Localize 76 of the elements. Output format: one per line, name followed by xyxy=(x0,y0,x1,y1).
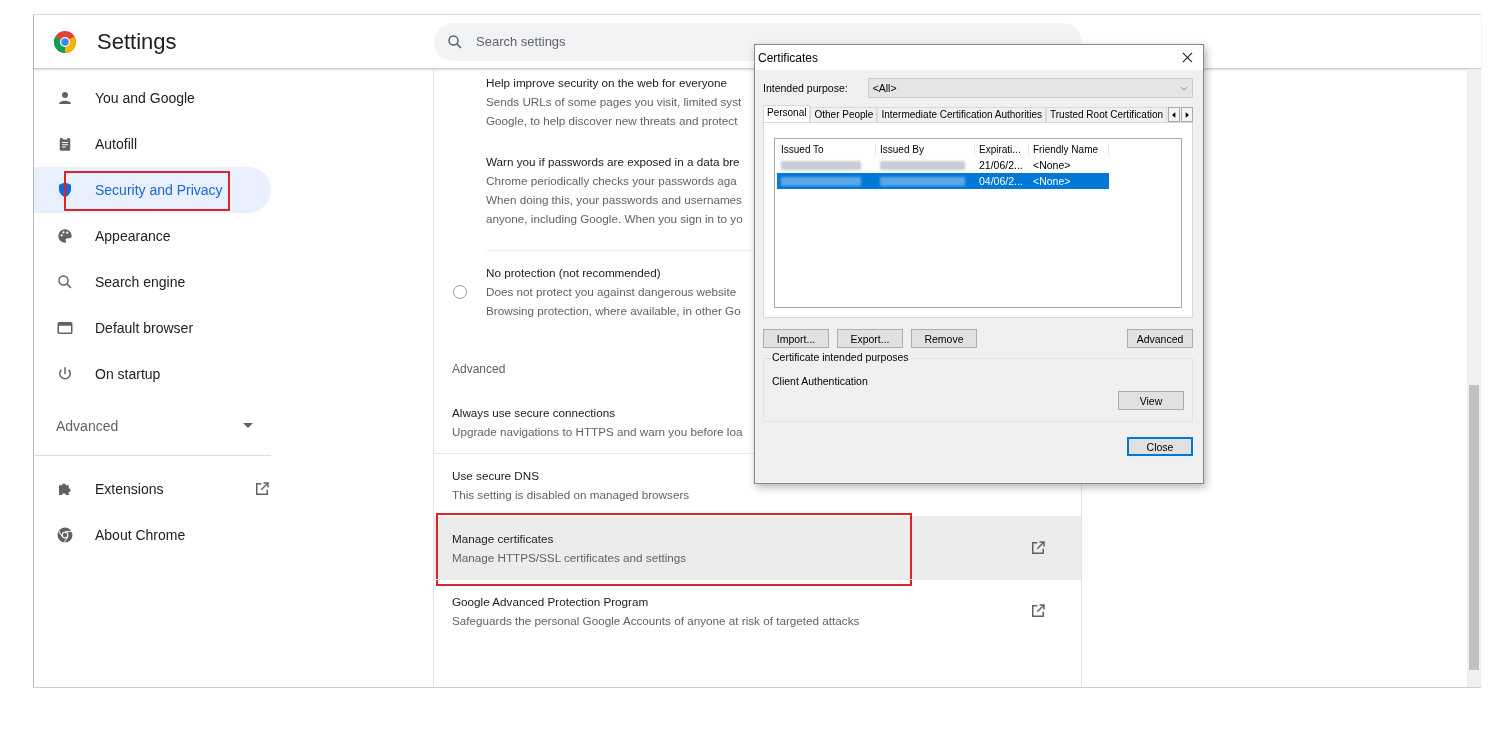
dialog-tab[interactable]: Other People xyxy=(810,107,878,122)
chrome-logo-icon xyxy=(53,29,77,54)
close-icon[interactable] xyxy=(1182,52,1193,63)
dialog-button[interactable]: Remove xyxy=(911,329,977,348)
sidebar-item[interactable]: Search engine xyxy=(34,259,271,305)
purposes-text: Client Authentication xyxy=(772,375,869,387)
row-description: Upgrade navigations to HTTPS and warn you before loa xyxy=(452,424,743,440)
scrollbar[interactable] xyxy=(1467,69,1481,687)
option-description: anyone, including Google. When you sign in to yo xyxy=(486,211,743,227)
sidebar-item[interactable]: Security and Privacy xyxy=(34,167,271,213)
column-header[interactable]: Issued By xyxy=(876,143,975,155)
row-title: Use secure DNS xyxy=(452,468,540,484)
scrollbar-thumb[interactable] xyxy=(1469,385,1479,670)
option-description: Does not protect you against dangerous website xyxy=(486,284,737,300)
external-link-icon xyxy=(253,480,271,498)
sidebar-item[interactable]: Autofill xyxy=(34,121,271,167)
row-description: Safeguards the personal Google Accounts of anyone at risk of targeted attacks xyxy=(452,613,860,629)
certificate-row[interactable]: 21/06/2... <None> xyxy=(777,157,1109,173)
table-cell-text: <None> xyxy=(1032,175,1072,187)
table-cell-text: <None> xyxy=(1032,159,1072,171)
table-cell-text: 21/06/2... xyxy=(978,159,1024,171)
chrome-logo-icon xyxy=(56,526,74,544)
dialog-tab[interactable]: Intermediate Certification Authorities xyxy=(877,107,1047,122)
option-description: Google, to help discover new threats and protect xyxy=(486,113,738,129)
column-header[interactable]: Expirati... xyxy=(975,143,1029,155)
option-description: Browsing protection, where available, in other Go xyxy=(486,303,741,319)
option-title: Help improve security on the web for everyone xyxy=(486,75,727,91)
purpose-dropdown[interactable]: <All> xyxy=(867,78,1193,98)
search-icon xyxy=(56,273,74,291)
shield-icon xyxy=(56,181,74,199)
row-description: This setting is disabled on managed browsers xyxy=(452,487,690,503)
table-cell-text: 04/06/2... xyxy=(978,175,1024,187)
sidebar-item[interactable]: Appearance xyxy=(34,213,271,259)
sidebar-item[interactable]: Default browser xyxy=(34,305,271,351)
sidebar-item[interactable]: About Chrome xyxy=(34,512,271,558)
dialog-tab[interactable]: Trusted Root Certification xyxy=(1046,107,1168,122)
row-title: Google Advanced Protection Program xyxy=(452,594,649,610)
sidebar-item[interactable]: On startup xyxy=(34,351,271,397)
certificate-row[interactable]: 04/06/2... <None> xyxy=(777,173,1109,189)
dialog-button[interactable]: Import... xyxy=(763,329,829,348)
external-link-icon xyxy=(1029,539,1047,557)
person-icon xyxy=(56,89,74,107)
option-description: When doing this, your passwords and usernames xyxy=(486,192,742,208)
sidebar-item[interactable]: Extensions xyxy=(34,466,271,512)
tab-scroll-left-button[interactable] xyxy=(1168,107,1181,122)
page-title: Settings xyxy=(97,28,177,55)
tab-scroll-right-button[interactable] xyxy=(1181,107,1193,122)
option-description: Sends URLs of some pages you visit, limited syst xyxy=(486,94,742,110)
option-description: Chrome periodically checks your passwords aga xyxy=(486,173,737,189)
row-title: Manage certificates xyxy=(452,531,554,547)
palette-icon xyxy=(56,227,74,245)
section-heading: Advanced xyxy=(452,362,506,376)
settings-row[interactable]: Google Advanced Protection Program Safeguards the personal Google Accounts of anyone at risk of targeted attacks xyxy=(434,579,1081,642)
advanced-button[interactable]: Advanced xyxy=(1127,329,1193,348)
triangle-left-icon xyxy=(1172,111,1177,118)
row-description: Manage HTTPS/SSL certificates and settings xyxy=(452,550,687,566)
close-button[interactable]: Close xyxy=(1127,437,1193,456)
sidebar-item[interactable]: You and Google xyxy=(34,75,271,121)
option-title: Warn you if passwords are exposed in a data bre xyxy=(486,154,740,170)
advanced-section-toggle[interactable]: Advanced xyxy=(34,403,271,449)
group-title: Certificate intended purposes xyxy=(772,351,909,363)
caret-icon xyxy=(243,423,253,429)
chevron-down-icon xyxy=(1180,85,1188,91)
triangle-right-icon xyxy=(1185,111,1189,118)
column-header[interactable]: Issued To xyxy=(777,143,876,155)
column-header[interactable]: Friendly Name xyxy=(1029,143,1109,155)
dialog-tab[interactable]: Personal xyxy=(763,105,811,122)
search-icon xyxy=(446,32,464,51)
row-title: Always use secure connections xyxy=(452,405,616,421)
option-title: No protection (not recommended) xyxy=(486,265,661,281)
field-label: Intended purpose: xyxy=(763,82,848,94)
browser-window-icon xyxy=(56,319,74,337)
external-link-icon xyxy=(1029,602,1047,620)
settings-row[interactable]: Manage certificates Manage HTTPS/SSL certificates and settings xyxy=(434,516,1081,579)
view-button[interactable]: View xyxy=(1118,391,1184,410)
dialog-button[interactable]: Export... xyxy=(837,329,903,348)
